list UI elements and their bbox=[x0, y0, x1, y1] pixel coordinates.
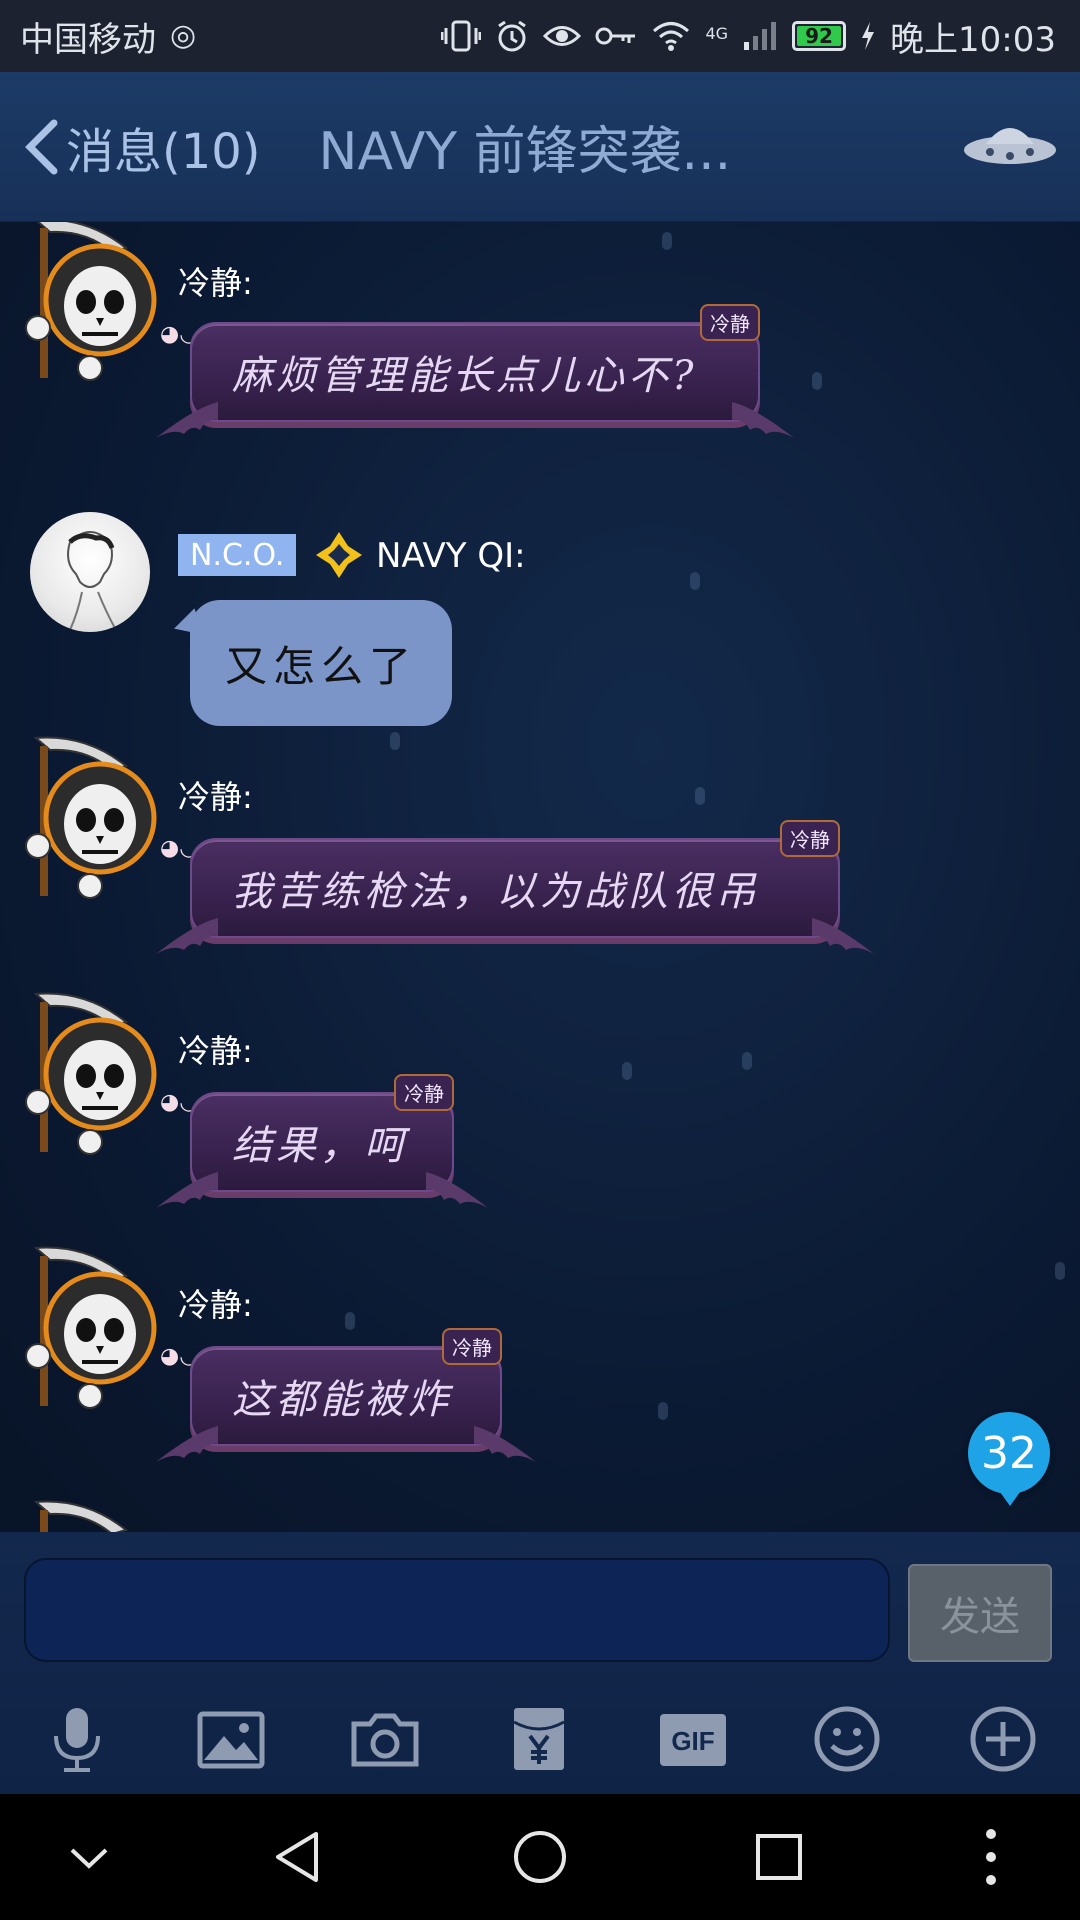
carrier-label: 中国移动 bbox=[20, 19, 156, 60]
snow-decoration bbox=[690, 572, 700, 590]
network-type-label: 4G bbox=[705, 23, 729, 43]
reaper-avatar[interactable] bbox=[16, 1246, 166, 1416]
bat-wing-icon bbox=[426, 1172, 488, 1208]
chat-title[interactable]: NAVY 前锋突袭... bbox=[319, 109, 732, 184]
sender-name: 冷静: bbox=[178, 1286, 253, 1324]
snow-decoration bbox=[662, 232, 672, 250]
sender-name: 冷静: bbox=[178, 1032, 253, 1070]
message-bubble[interactable]: 结果，呵 冷静 bbox=[156, 1074, 488, 1208]
sender-name: 冷静: bbox=[178, 778, 253, 816]
chevron-down-icon[interactable] bbox=[56, 1824, 122, 1890]
snow-decoration bbox=[658, 1402, 668, 1420]
snow-decoration bbox=[1055, 1262, 1065, 1280]
back-nav-icon[interactable] bbox=[266, 1824, 332, 1890]
emoji-icon[interactable] bbox=[812, 1704, 882, 1774]
bat-wing-icon bbox=[812, 918, 874, 954]
clock: 晚上10:03 bbox=[890, 19, 1056, 60]
bat-wing-icon bbox=[156, 1172, 218, 1208]
image-icon[interactable] bbox=[196, 1704, 266, 1774]
message-bubble[interactable]: 又怎么了 bbox=[190, 600, 452, 726]
message-text: 我苦练枪法，以为战队很吊 bbox=[232, 869, 760, 915]
home-nav-icon[interactable] bbox=[507, 1824, 573, 1890]
plus-icon[interactable] bbox=[968, 1704, 1038, 1774]
chevron-left-icon bbox=[25, 119, 58, 174]
sender-name: NAVY QI: bbox=[376, 536, 526, 576]
bat-wing-icon bbox=[156, 1426, 218, 1462]
bubble-tag: 冷静 bbox=[700, 304, 760, 341]
message-bubble[interactable]: 我苦练枪法，以为战队很吊 冷静 bbox=[156, 820, 874, 954]
snow-decoration bbox=[695, 787, 705, 805]
bubble-tag: 冷静 bbox=[394, 1074, 454, 1111]
rank-badge: N.C.O. bbox=[178, 534, 297, 576]
unread-count: 32 bbox=[981, 1427, 1037, 1479]
gif-icon[interactable]: GIF bbox=[658, 1704, 728, 1774]
bubble-tag: 冷静 bbox=[442, 1328, 502, 1365]
message-bubble[interactable]: 麻烦管理能长点儿心不? 冷静 bbox=[156, 304, 794, 438]
reaper-avatar-partial bbox=[33, 1500, 129, 1532]
message-bubble[interactable]: 这都能被炸 冷静 bbox=[156, 1328, 536, 1462]
bat-wing-icon bbox=[732, 402, 794, 438]
key-icon bbox=[595, 27, 636, 45]
chat-area[interactable]: 冷静: ◕◡◕ 麻烦管理能长点儿心不? 冷静 N.C.O. NAVY QI: 又… bbox=[0, 222, 1080, 1532]
star-badge-icon bbox=[316, 532, 362, 578]
reaper-avatar[interactable] bbox=[16, 222, 166, 388]
sender-name: 冷静: bbox=[178, 264, 253, 302]
avatar-sketch bbox=[67, 531, 117, 631]
svg-text:GIF: GIF bbox=[671, 1726, 714, 1756]
alarm-icon bbox=[498, 20, 527, 52]
status-bar: 中国移动 ◎ 4G 92 晚上10:03 bbox=[0, 0, 1080, 72]
title-bar: 消息(10) NAVY 前锋突袭... bbox=[0, 72, 1080, 222]
bat-wing-icon bbox=[156, 918, 218, 954]
charging-icon bbox=[862, 22, 875, 50]
reaper-avatar[interactable] bbox=[16, 992, 166, 1162]
message-text: 结果，呵 bbox=[232, 1123, 408, 1169]
camera-icon[interactable] bbox=[350, 1704, 420, 1774]
back-label: 消息(10) bbox=[66, 123, 261, 180]
recents-nav-icon[interactable] bbox=[746, 1824, 812, 1890]
battery-icon: 92 bbox=[792, 21, 847, 51]
message-text: 又怎么了 bbox=[224, 641, 417, 691]
back-button[interactable]: 消息(10) bbox=[20, 112, 261, 182]
send-button-label: 发送 bbox=[940, 1594, 1020, 1640]
bat-wing-icon bbox=[474, 1426, 536, 1462]
bubble-tag: 冷静 bbox=[780, 820, 840, 857]
message-input[interactable] bbox=[24, 1558, 890, 1662]
hotspot-icon: ◎ bbox=[170, 18, 197, 53]
wifi-icon bbox=[653, 22, 690, 51]
vibrate-icon bbox=[441, 20, 482, 52]
message-text: 麻烦管理能长点儿心不? bbox=[232, 353, 698, 399]
snow-decoration bbox=[345, 1312, 355, 1330]
message-text: 这都能被炸 bbox=[232, 1377, 452, 1423]
user-avatar[interactable] bbox=[30, 512, 150, 632]
snow-decoration bbox=[742, 1052, 752, 1070]
unread-count-badge[interactable]: 32 bbox=[968, 1412, 1050, 1506]
snow-decoration bbox=[812, 372, 822, 390]
snow-decoration bbox=[390, 732, 400, 750]
ufo-icon[interactable] bbox=[960, 114, 1060, 174]
more-options-icon[interactable] bbox=[958, 1824, 1024, 1890]
navigation-bar bbox=[0, 1794, 1080, 1920]
microphone-icon[interactable] bbox=[42, 1704, 112, 1774]
input-area: 发送 GIF bbox=[0, 1532, 1080, 1794]
send-button[interactable]: 发送 bbox=[908, 1564, 1052, 1662]
signal-icon bbox=[744, 22, 777, 50]
snow-decoration bbox=[622, 1062, 632, 1080]
bat-wing-icon bbox=[156, 402, 218, 438]
red-packet-icon[interactable] bbox=[504, 1704, 574, 1774]
eye-icon bbox=[543, 26, 582, 46]
reaper-avatar[interactable] bbox=[16, 736, 166, 906]
